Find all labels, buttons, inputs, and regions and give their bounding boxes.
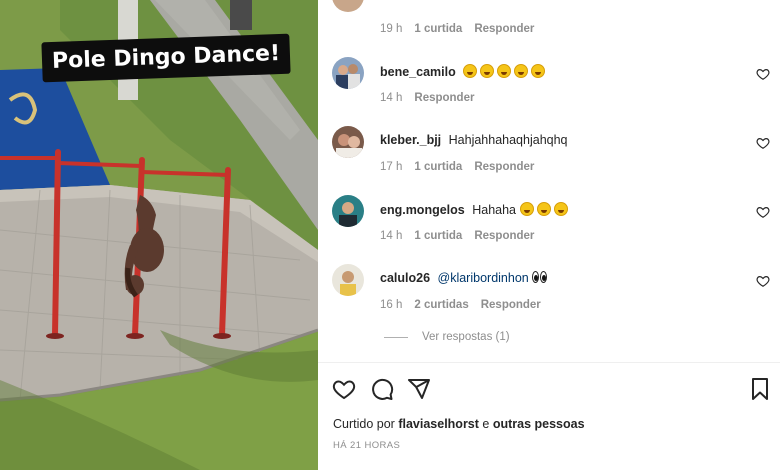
- comment-item: calulo26 @klaribordinhon: [318, 264, 780, 298]
- comment-meta: 14 h Responder: [380, 92, 486, 104]
- divider: [318, 362, 780, 363]
- laughing-emoji-icons: [519, 202, 571, 217]
- reply-button[interactable]: Responder: [481, 299, 541, 311]
- divider-line: [384, 336, 408, 338]
- comment-likes[interactable]: 1 curtida: [414, 161, 462, 173]
- comment-text: kleber._bjj Hahjahhahaqhjahqhq: [380, 133, 568, 147]
- laughing-emoji-icons: [463, 64, 548, 79]
- comment-username[interactable]: bene_camilo: [380, 65, 456, 79]
- comment-time: 19 h: [380, 23, 403, 35]
- comment-likes[interactable]: 1 curtida: [414, 230, 462, 242]
- liked-prefix: Curtido por: [333, 417, 395, 431]
- avatar[interactable]: [332, 0, 364, 12]
- comment-item: kleber._bjj Hahjahhahaqhjahqhq: [318, 126, 780, 160]
- paper-plane-icon[interactable]: [407, 377, 431, 401]
- laughing-emoji-icon: [463, 64, 478, 78]
- liked-user-link[interactable]: flaviaselhorst: [398, 417, 479, 431]
- comment-item: bene_camilo: [318, 57, 780, 91]
- laughing-emoji-icon: [536, 202, 551, 216]
- view-replies-button[interactable]: Ver respostas (1): [384, 331, 510, 343]
- eyes-emoji-icon: [532, 271, 548, 283]
- reply-button[interactable]: Responder: [474, 230, 534, 242]
- comment-body: Hahjahhahaqhjahqhq: [448, 133, 568, 147]
- comment-username[interactable]: kleber._bjj: [380, 133, 441, 147]
- comment-username[interactable]: calulo26: [380, 271, 430, 285]
- comment-time: 17 h: [380, 161, 403, 173]
- heart-icon[interactable]: [332, 377, 356, 401]
- avatar[interactable]: [332, 57, 364, 89]
- laughing-emoji-icon: [531, 64, 546, 78]
- heart-icon[interactable]: [756, 67, 770, 81]
- laughing-emoji-icon: [514, 64, 529, 78]
- avatar[interactable]: [332, 195, 364, 227]
- comments-panel: 19 h 1 curtida Responder bene_camilo 14 …: [318, 0, 780, 470]
- reply-button[interactable]: Responder: [474, 161, 534, 173]
- liked-by-text: Curtido por flaviaselhorst e outras pess…: [333, 417, 585, 431]
- comment-text: eng.mongelos Hahaha: [380, 202, 571, 217]
- liked-others-link[interactable]: outras pessoas: [493, 417, 585, 431]
- comment-meta: 17 h 1 curtida Responder: [380, 161, 546, 173]
- reply-button[interactable]: Responder: [414, 92, 474, 104]
- avatar[interactable]: [332, 264, 364, 296]
- comment-item: eng.mongelos Hahaha: [318, 195, 780, 229]
- comment-meta: 14 h 1 curtida Responder: [380, 230, 546, 242]
- laughing-emoji-icon: [553, 202, 568, 216]
- reply-button[interactable]: Responder: [474, 23, 534, 35]
- mention-link[interactable]: @klaribordinhon: [438, 271, 529, 285]
- post-timestamp[interactable]: HÁ 21 HORAS: [333, 440, 400, 451]
- comment-username[interactable]: eng.mongelos: [380, 203, 465, 217]
- comment-time: 14 h: [380, 92, 403, 104]
- avatar[interactable]: [332, 126, 364, 158]
- comment-time: 16 h: [380, 299, 403, 311]
- post-media[interactable]: Pole Dingo Dance!: [0, 0, 318, 470]
- comment-likes[interactable]: 2 curtidas: [414, 299, 468, 311]
- comment-text: calulo26 @klaribordinhon: [380, 271, 548, 285]
- comment-text: bene_camilo: [380, 64, 548, 79]
- heart-icon[interactable]: [756, 205, 770, 219]
- comment-bubble-icon[interactable]: [370, 377, 394, 401]
- view-replies-label: Ver respostas (1): [422, 331, 510, 343]
- comment-body: Hahaha: [472, 203, 517, 217]
- comment-likes[interactable]: 1 curtida: [414, 23, 462, 35]
- comment-meta: 19 h 1 curtida Responder: [380, 23, 546, 35]
- laughing-emoji-icon: [519, 202, 534, 216]
- liked-connector: e: [482, 417, 490, 431]
- laughing-emoji-icon: [497, 64, 512, 78]
- heart-icon[interactable]: [756, 136, 770, 150]
- laughing-emoji-icon: [480, 64, 495, 78]
- heart-icon[interactable]: [756, 274, 770, 288]
- comment-time: 14 h: [380, 230, 403, 242]
- bookmark-icon[interactable]: [748, 377, 772, 401]
- comment-meta: 16 h 2 curtidas Responder: [380, 299, 553, 311]
